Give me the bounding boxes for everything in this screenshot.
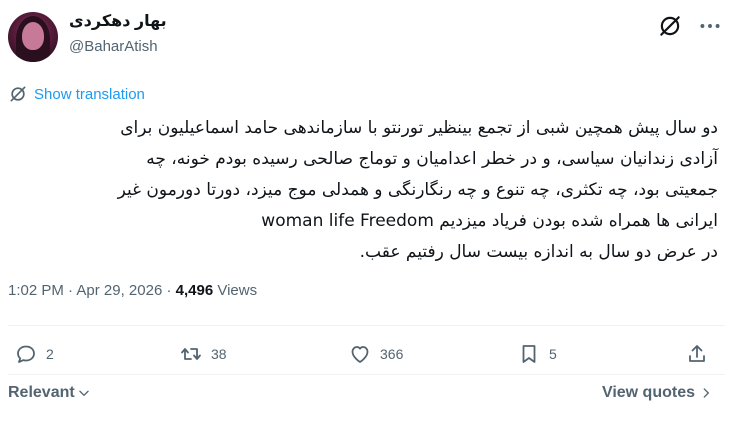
tweet-meta: 1:02 PM · Apr 29, 2026 · 4,496 Views	[8, 282, 257, 299]
share-button[interactable]	[685, 342, 709, 366]
tweet-line: دو سال پیش همچین شبی از تجمع بینظیر تورن…	[120, 118, 718, 138]
bookmark-button[interactable]: 5	[517, 342, 557, 366]
reply-icon	[17, 345, 35, 363]
reply-count: 2	[46, 346, 54, 362]
like-count: 366	[380, 346, 404, 362]
avatar[interactable]	[8, 12, 58, 62]
bookmark-icon	[522, 345, 536, 363]
tweet-time[interactable]: 1:02 PM	[8, 282, 64, 299]
grok-icon[interactable]	[657, 13, 683, 39]
meta-separator: ·	[68, 282, 74, 299]
view-quotes-label: View quotes	[601, 384, 695, 401]
show-translation-label: Show translation	[34, 85, 145, 103]
views-label: Views	[217, 282, 258, 299]
tweet-line: جمعیتی بود، چه تکثری، چه تنوع و چه رنگار…	[117, 180, 718, 200]
share-icon	[689, 345, 705, 362]
views-count: 4,496	[175, 282, 214, 299]
reply-button[interactable]: 2	[14, 342, 54, 366]
divider	[8, 374, 725, 375]
tweet-date[interactable]: Apr 29, 2026	[76, 282, 162, 299]
like-button[interactable]: 366	[348, 342, 403, 366]
tweet-line: ایرانی ها همراه شده بودن فریاد میزدیم wo…	[261, 211, 718, 231]
tweet-line: در عرض دو سال به اندازه بیست سال رفتیم ع…	[359, 242, 718, 262]
repost-button[interactable]: 38	[179, 342, 227, 366]
author-handle[interactable]: @BaharAtish	[69, 38, 158, 55]
more-options-icon[interactable]	[697, 13, 723, 39]
chevron-down-icon	[78, 390, 89, 396]
tweet-line: آزادی زندانیان سیاسی، و در خطر اعدامیان …	[146, 149, 718, 169]
heart-icon	[351, 346, 369, 363]
repost-count: 38	[211, 346, 227, 362]
tweet-text: دو سال پیش همچین شبی از تجمع بینظیر تورن…	[8, 113, 718, 268]
repost-icon	[181, 348, 201, 360]
author-display-name[interactable]: بهار دهکردی	[69, 11, 167, 31]
translate-icon	[10, 86, 26, 102]
divider	[8, 325, 725, 326]
sort-label: Relevant	[8, 384, 75, 401]
bookmark-count: 5	[549, 346, 557, 362]
view-quotes-link[interactable]: View quotes	[602, 384, 713, 402]
sort-replies-dropdown[interactable]: Relevant	[8, 384, 91, 402]
avatar-face	[22, 22, 44, 50]
show-translation-button[interactable]: Show translation	[8, 84, 145, 104]
chevron-right-icon	[703, 388, 709, 398]
meta-separator: ·	[166, 282, 172, 299]
